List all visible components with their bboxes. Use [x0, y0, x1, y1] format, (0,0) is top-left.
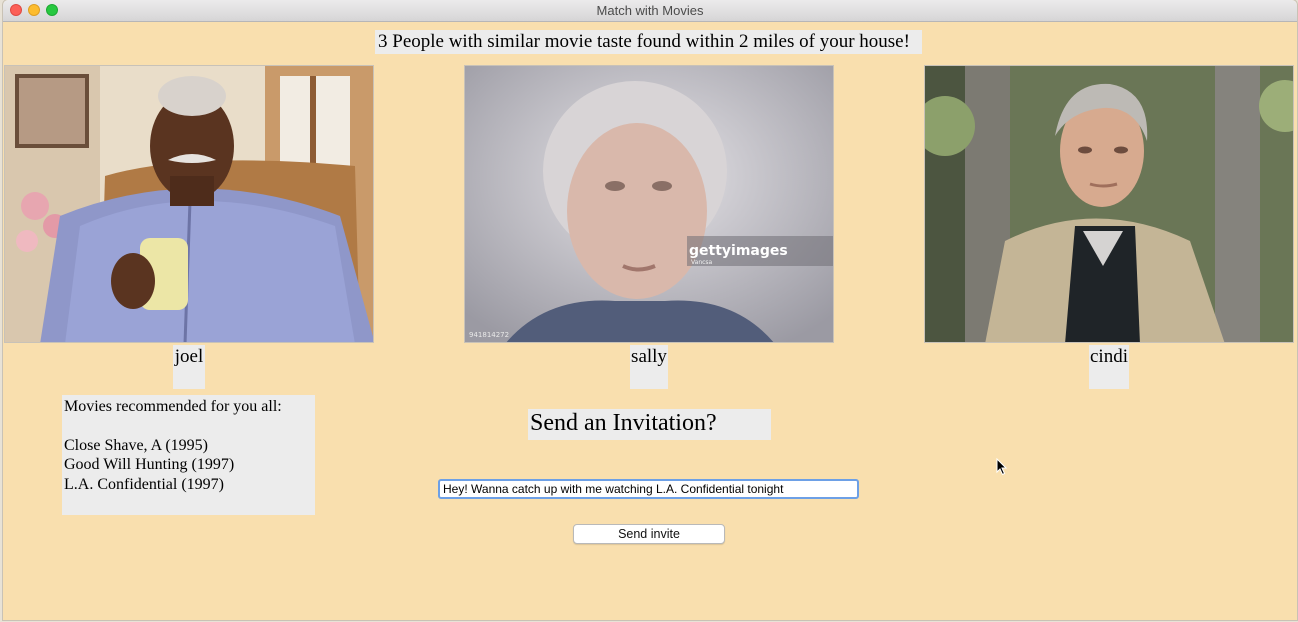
getty-watermark: gettyimages	[689, 243, 788, 259]
app-window: Match with Movies 3 People with similar …	[3, 0, 1297, 620]
movie-item: Good Will Hunting (1997)	[64, 456, 235, 473]
match-summary-label: 3 People with similar movie taste found …	[375, 30, 922, 54]
match-name-sally: sally	[630, 345, 668, 389]
movie-item: L.A. Confidential (1997)	[64, 475, 224, 493]
match-photo-sally: gettyimages Vancsa 941814272	[464, 65, 834, 343]
panel-spacer	[64, 417, 315, 436]
match-name-cindi: cindi	[1089, 345, 1129, 389]
getty-watermark-credit: Vancsa	[691, 259, 713, 266]
send-invite-button[interactable]: Send invite	[573, 524, 725, 544]
title-bar[interactable]: Match with Movies	[3, 0, 1297, 22]
invitation-message-input[interactable]	[438, 479, 859, 499]
match-photo-cindi	[924, 65, 1294, 343]
match-photo-joel	[4, 65, 374, 343]
recommended-movies-heading: Movies recommended for you all:	[64, 398, 282, 415]
movie-item: Close Shave, A (1995)	[64, 436, 208, 454]
match-name-joel: joel	[173, 345, 205, 389]
recommended-movies-panel: Movies recommended for you all: Close Sh…	[62, 395, 315, 515]
getty-photo-id: 941814272	[469, 331, 509, 339]
window-title: Match with Movies	[596, 3, 704, 18]
invitation-heading: Send an Invitation?	[528, 409, 771, 440]
mouse-pointer-icon	[996, 458, 1008, 476]
